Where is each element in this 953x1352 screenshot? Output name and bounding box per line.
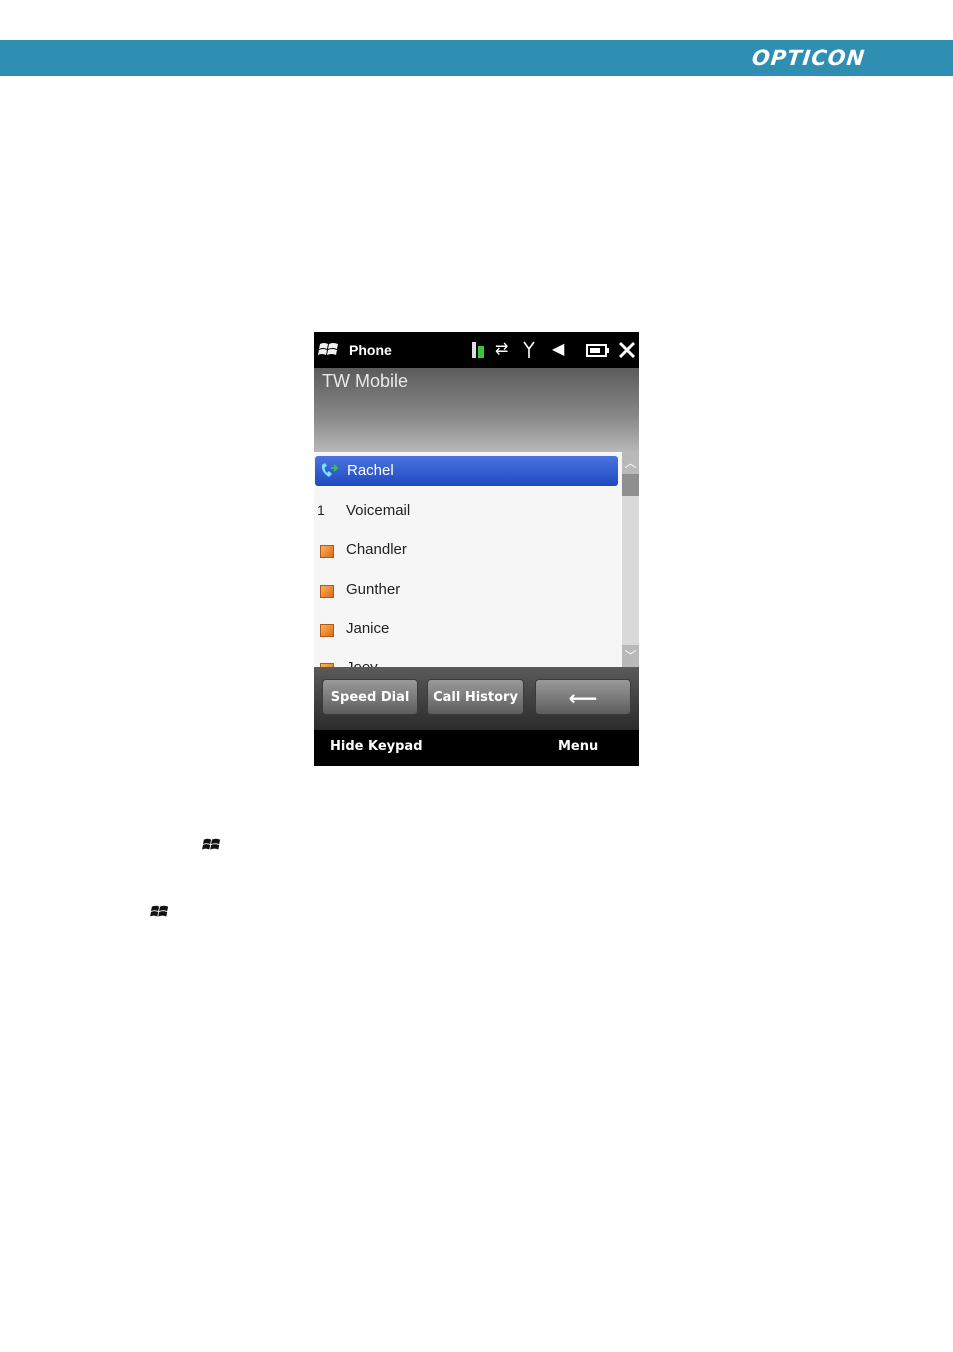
header-bar: OPTICON <box>0 40 953 76</box>
chevron-down-icon[interactable]: ﹀ <box>622 645 639 667</box>
windows-start-icon <box>150 905 169 917</box>
app-title: Phone <box>349 342 392 358</box>
softkey-bar: Hide Keypad Menu <box>314 730 639 766</box>
battery-icon[interactable] <box>586 340 610 360</box>
battery-charging-icon[interactable] <box>470 340 486 360</box>
contact-card-icon <box>320 585 334 598</box>
contact-label: Janice <box>346 620 390 637</box>
contact-label: Rachel <box>347 462 394 479</box>
contact-label: Voicemail <box>346 502 411 519</box>
list-item-gunther[interactable]: Gunther <box>314 575 620 605</box>
list-item-voicemail[interactable]: 1 Voicemail <box>314 496 620 526</box>
chevron-up-icon[interactable]: ︿ <box>622 452 639 474</box>
close-icon[interactable] <box>618 340 636 360</box>
carrier-banner: TW Mobile <box>314 368 639 452</box>
contact-label: Gunther <box>346 581 401 598</box>
contact-card-icon <box>320 545 334 558</box>
data-sync-icon[interactable]: ⇄ <box>495 340 508 360</box>
phone-call-icon <box>321 463 339 477</box>
menu-softkey[interactable]: Menu <box>558 739 598 754</box>
contact-label: Joey <box>346 659 378 667</box>
list-item-rachel[interactable]: Rachel <box>315 456 618 486</box>
call-history-button[interactable]: Call History <box>427 679 524 715</box>
contact-card-icon <box>320 624 334 637</box>
contact-label: Chandler <box>346 541 407 558</box>
hide-keypad-softkey[interactable]: Hide Keypad <box>330 739 423 754</box>
keypad-buttons: Speed Dial Call History ⟵ <box>314 667 639 730</box>
windows-start-icon[interactable] <box>318 340 340 360</box>
phone-screen: Phone ⇄ ◀ TW Mobile Rachel 1 Voicemail C… <box>314 332 639 766</box>
speaker-icon[interactable]: ◀ <box>552 340 564 360</box>
scrollbar[interactable]: ︿ ﹀ <box>622 452 639 667</box>
opticon-logo: OPTICON <box>750 46 867 70</box>
speed-dial-number: 1 <box>317 502 325 518</box>
list-item-janice[interactable]: Janice <box>314 614 620 644</box>
signal-icon[interactable] <box>522 340 536 360</box>
speed-dial-button[interactable]: Speed Dial <box>322 679 418 715</box>
carrier-name: TW Mobile <box>322 371 409 391</box>
title-bar: Phone ⇄ ◀ <box>314 332 639 368</box>
windows-start-icon <box>202 838 221 850</box>
scroll-thumb[interactable] <box>622 474 639 496</box>
list-item-chandler[interactable]: Chandler <box>314 535 620 565</box>
backspace-button[interactable]: ⟵ <box>535 679 631 715</box>
contact-list[interactable]: Rachel 1 Voicemail Chandler Gunther Jani… <box>314 452 639 667</box>
list-item-joey[interactable]: Joey <box>314 653 620 667</box>
